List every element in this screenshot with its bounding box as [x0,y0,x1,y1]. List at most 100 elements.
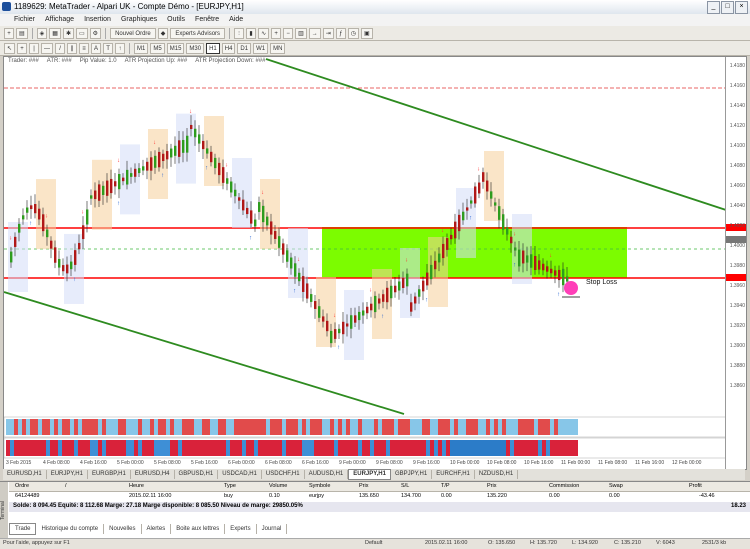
new-order-button[interactable]: Nouvel Ordre [110,27,156,39]
chart-tab[interactable]: NZDUSD,H1 [475,470,519,479]
column-header[interactable]: / [65,483,67,489]
chart-tab[interactable]: EURGBP,H1 [88,470,131,479]
column-header[interactable]: Type [224,483,236,489]
bar-chart-icon[interactable]: ⫶ [234,27,245,39]
new-chart-icon[interactable]: + [4,27,14,39]
column-header[interactable]: Prix [487,483,496,489]
hist-bar [130,440,134,456]
timeframe-h4[interactable]: H4 [221,42,236,54]
data-window-icon[interactable]: ▦ [49,27,61,39]
column-header[interactable]: Heure [129,483,144,489]
hist-bar [290,440,294,456]
terminal-tab[interactable]: Experts [225,523,257,534]
time-tick-label: 3 Feb 2015 [6,460,32,466]
chart-tab[interactable]: EURUSD,H1 [3,470,47,479]
column-header[interactable]: S/L [401,483,409,489]
terminal-tab[interactable]: Journal [257,523,288,534]
menu-insert[interactable]: Insertion [84,14,111,26]
profiles-icon[interactable]: ▤ [16,27,28,39]
chart-tab[interactable]: EURUSD,H4 [131,470,175,479]
zoom-in-icon[interactable]: + [271,27,282,39]
chart-tab[interactable]: USDCHF,H1 [262,470,305,479]
line-chart-icon[interactable]: ∿ [258,27,270,39]
arrows-icon[interactable]: ↑ [115,42,126,54]
column-header[interactable]: Profit [689,483,702,489]
menu-tools[interactable]: Outils [167,14,185,26]
chart-tab[interactable]: GBPJPY,H1 [391,470,433,479]
chart-window[interactable]: Trader: ### ATR: ### Pip Value: 1.0 ATR … [3,56,747,470]
table-row[interactable]: 64124489 2015.02.11 16:00 buy 0.10 eurjpy 135… [9,492,750,501]
menu-charts[interactable]: Graphiques [121,14,157,26]
terminal-icon[interactable]: ▭ [76,27,88,39]
hist-bar [234,440,238,456]
timeframe-m30[interactable]: M30 [186,42,205,54]
column-header[interactable]: Swap [609,483,623,489]
cursor-icon[interactable]: ↖ [4,42,16,54]
metaeditor-icon[interactable]: ◆ [157,27,169,39]
table-cell: -43.46 [699,493,715,499]
menu-window[interactable]: Fenêtre [195,14,219,26]
candlestick-icon[interactable]: ▮ [246,27,257,39]
terminal-tab[interactable]: Historique du compte [36,523,105,534]
label-icon[interactable]: T [103,42,114,54]
indicators-icon[interactable]: ƒ [335,27,346,39]
terminal-tab[interactable]: Boite aux lettres [171,523,226,534]
text-icon[interactable]: A [91,42,102,54]
templates-icon[interactable]: ▣ [361,27,373,39]
terminal-tab[interactable]: Alertes [142,523,172,534]
column-header[interactable]: Prix [359,483,368,489]
hist-bar [114,440,118,456]
periods-icon[interactable]: ◷ [347,27,360,39]
timeframe-m15[interactable]: M15 [166,42,185,54]
status-help: Pour l'aide, appuyez sur F1 [3,540,70,546]
column-header[interactable]: Commission [549,483,579,489]
hist-bar [194,440,198,456]
timeframe-mn[interactable]: MN [270,42,286,54]
column-header[interactable]: Ordre [15,483,29,489]
chart-tab[interactable]: EURCHF,H1 [432,470,475,479]
chart-tab[interactable]: AUDUSD,H1 [305,470,349,479]
menu-help[interactable]: Aide [229,14,243,26]
trendline-icon[interactable]: / [55,42,66,54]
zoom-out-icon[interactable]: − [283,27,294,39]
autoscroll-icon[interactable]: → [308,27,321,39]
candle-body [222,167,225,183]
minimize-button[interactable]: _ [707,1,720,14]
channel-icon[interactable]: ∥ [67,42,78,54]
timeframe-d1[interactable]: D1 [237,42,252,54]
price-scale[interactable]: 1.4180 1.4160 1.4140 1.4120 1.4100 1.4080 1.40… [725,57,746,469]
market-watch-icon[interactable]: ◈ [36,27,48,39]
hist-bar [254,440,258,456]
horizontal-line-icon[interactable]: — [41,42,54,54]
terminal-tab[interactable]: Trade [9,522,37,535]
chart-tab[interactable]: EURJPY,H1 [348,469,391,480]
experts-button[interactable]: Experts Advisors [170,27,226,39]
menu-file[interactable]: Fichier [14,14,35,26]
timeframe-m5[interactable]: M5 [150,42,165,54]
close-button[interactable]: × [735,1,748,14]
column-header[interactable]: Symbole [309,483,330,489]
chart-tab[interactable]: USDCAD,H1 [218,470,262,479]
column-header[interactable]: Volume [269,483,287,489]
timeframe-m1[interactable]: M1 [134,42,149,54]
chart-tab[interactable]: GBPUSD,H1 [175,470,219,479]
chart-tab[interactable]: EURJPY,H1 [47,470,88,479]
price-chart[interactable]: ↓ ↑ ↓ ↑ ↓ ↓ ↑ ↓ ↑ ↓ ↑ ↓ ↑ ↓ ↑ ↓ ↓ ↑ ↓ ↑ ↓ ↑ ↓ ↑ ↓ ↓ ↑ ↓ ↑ [4,57,726,469]
fractal-arrow: ↓ [153,140,156,146]
timeframe-w1[interactable]: W1 [253,42,269,54]
hist-bar [530,419,534,435]
timeframe-h1[interactable]: H1 [206,42,220,54]
vertical-line-icon[interactable]: | [29,42,40,54]
candle-body [286,250,289,262]
tester-icon[interactable]: ⚙ [89,27,102,39]
crosshair-icon[interactable]: + [17,42,28,54]
terminal-tab[interactable]: Nouvelles [104,523,142,534]
fibonacci-icon[interactable]: ≡ [79,42,90,54]
maximize-button[interactable]: □ [721,1,734,14]
status-high: H: 135.720 [530,540,557,546]
navigator-icon[interactable]: ✱ [62,27,74,39]
tile-windows-icon[interactable]: ▥ [295,27,307,39]
column-header[interactable]: T/P [441,483,450,489]
chart-shift-icon[interactable]: ⇥ [322,27,334,39]
menu-view[interactable]: Affichage [45,14,74,26]
